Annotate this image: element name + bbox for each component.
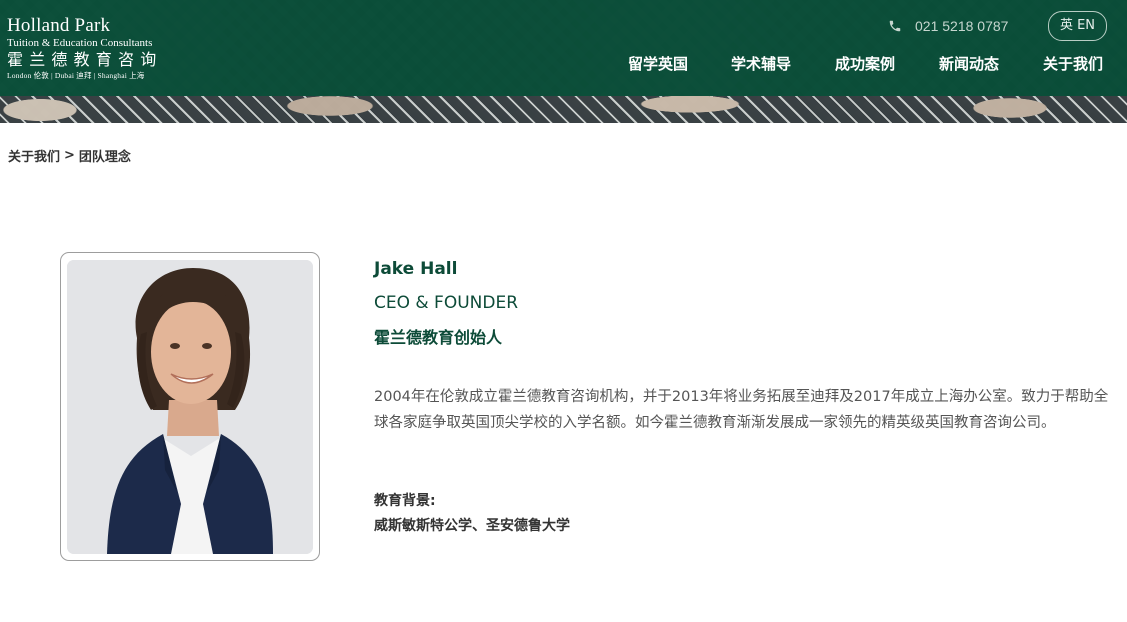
breadcrumb-parent-link[interactable]: 关于我们	[8, 146, 60, 165]
phone-icon	[888, 19, 902, 33]
profile-photo-frame	[60, 252, 320, 561]
nav-item-about-us[interactable]: 关于我们	[1043, 54, 1103, 74]
profile-photo	[67, 260, 313, 554]
header-phone[interactable]: 021 5218 0787	[888, 17, 1008, 35]
nav-item-success-cases[interactable]: 成功案例	[835, 54, 895, 74]
education-value: 威斯敏斯特公学、圣安德鲁大学	[374, 518, 570, 534]
nav-item-news[interactable]: 新闻动态	[939, 54, 999, 74]
nav-item-study-uk[interactable]: 留学英国	[628, 54, 688, 74]
logo-name-en: Holland Park	[7, 15, 111, 36]
site-header: Holland Park Tuition & Education Consult…	[0, 0, 1127, 123]
breadcrumb-current: 团队理念	[78, 150, 131, 165]
logo-subtitle: Tuition & Education Consultants	[7, 37, 153, 49]
breadcrumb-separator: >	[64, 148, 75, 163]
breadcrumb: 关于我们 > 团队理念	[8, 146, 131, 165]
profile-name: Jake Hall	[374, 259, 458, 279]
profile-title-cn: 霍兰德教育创始人	[374, 328, 503, 347]
main-nav: 留学英国 学术辅导 成功案例 新闻动态 关于我们	[0, 54, 1127, 74]
header-photo-strip	[0, 96, 1127, 123]
education-label: 教育背景:	[374, 493, 436, 509]
language-switch-button[interactable]: 英 EN	[1048, 11, 1107, 41]
profile-bio: 2004年在伦敦成立霍兰德教育咨询机构，并于2013年将业务拓展至迪拜及2017…	[374, 389, 1109, 431]
header-green-overlay	[0, 0, 1127, 96]
phone-number: 021 5218 0787	[915, 18, 1009, 34]
nav-item-tutoring[interactable]: 学术辅导	[731, 54, 791, 74]
profile-title-en: CEO & FOUNDER	[374, 293, 519, 313]
